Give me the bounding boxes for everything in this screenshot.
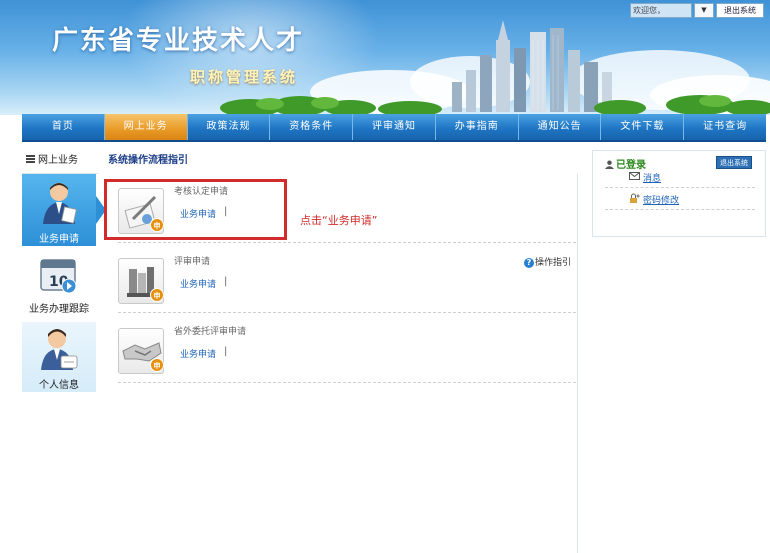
list-icon bbox=[26, 155, 35, 163]
sidebar-item-tracking[interactable]: 10 业务办理跟踪 bbox=[22, 252, 96, 316]
site-subtitle: 职称管理系统 bbox=[190, 68, 299, 86]
account-panel: 已登录 退出系统 消息 密码修改 bbox=[592, 150, 766, 237]
divider bbox=[605, 187, 755, 188]
business-item-review: 申 评审申请 业务申请 | bbox=[118, 250, 576, 314]
business-apply-link[interactable]: 业务申请 bbox=[180, 277, 216, 290]
nav-item-policies[interactable]: 政策法规 bbox=[188, 114, 271, 140]
apply-badge: 申 bbox=[150, 288, 164, 302]
business-apply-link[interactable]: 业务申请 bbox=[180, 347, 216, 360]
envelope-icon bbox=[629, 172, 640, 180]
login-status: 已登录 bbox=[605, 156, 646, 171]
business-name: 评审申请 bbox=[174, 257, 211, 267]
user-profile-icon bbox=[41, 329, 78, 370]
logout-button[interactable]: 退出系统 bbox=[716, 3, 764, 18]
apply-badge: 申 bbox=[150, 358, 164, 372]
nav-item-announcements[interactable]: 通知公告 bbox=[519, 114, 602, 140]
nav-item-online-business[interactable]: 网上业务 bbox=[104, 114, 188, 140]
sidebar-item-label: 业务申请 bbox=[39, 234, 79, 245]
sidebar-item-label: 个人信息 bbox=[39, 380, 79, 391]
nav-item-review-notices[interactable]: 评审通知 bbox=[353, 114, 436, 140]
business-item-entrusted-review: 申 省外委托评审申请 业务申请 | bbox=[118, 320, 576, 384]
site-header: 广东省专业技术人才 职称管理系统 欢迎您， ▼ 退出系统 bbox=[0, 0, 770, 115]
sidebar-item-personal-info[interactable]: 个人信息 bbox=[22, 322, 96, 392]
password-change-link[interactable]: 密码修改 bbox=[630, 193, 680, 206]
message-link[interactable]: 消息 bbox=[629, 171, 662, 184]
site-title: 广东省专业技术人才 bbox=[52, 26, 305, 56]
message-link-label: 消息 bbox=[643, 174, 662, 184]
sidebar-item-business-apply[interactable]: 业务申请 bbox=[22, 174, 96, 246]
question-icon: ? bbox=[524, 258, 534, 268]
business-name: 省外委托评审申请 bbox=[174, 327, 247, 337]
logout-button[interactable]: 退出系统 bbox=[716, 156, 752, 169]
nav-item-downloads[interactable]: 文件下载 bbox=[601, 114, 685, 140]
breadcrumb: 系统操作流程指引 bbox=[108, 155, 188, 166]
sidebar-heading-label: 网上业务 bbox=[38, 155, 78, 166]
divider bbox=[118, 382, 576, 383]
operation-guide-link[interactable]: ? 操作指引 bbox=[524, 255, 571, 268]
nav-item-certificate-query[interactable]: 证书查询 bbox=[684, 114, 766, 140]
sidebar-item-label: 业务办理跟踪 bbox=[29, 304, 89, 315]
nav-item-qualifications[interactable]: 资格条件 bbox=[270, 114, 354, 140]
main-nav: 首页 网上业务 政策法规 资格条件 评审通知 办事指南 通知公告 文件下载 证书… bbox=[22, 114, 766, 142]
divider bbox=[605, 209, 755, 210]
calendar-tracking-icon: 10 bbox=[40, 259, 77, 294]
divider bbox=[118, 242, 576, 243]
password-link-label: 密码修改 bbox=[643, 196, 680, 206]
annotation-text: 点击“业务申请” bbox=[300, 214, 378, 227]
divider bbox=[118, 312, 576, 313]
separator: | bbox=[224, 276, 228, 287]
user-icon bbox=[605, 160, 614, 169]
nav-item-home[interactable]: 首页 bbox=[22, 114, 105, 140]
operation-guide-label: 操作指引 bbox=[535, 258, 572, 268]
welcome-user-select[interactable]: 欢迎您， bbox=[630, 3, 692, 18]
key-lock-icon bbox=[630, 193, 640, 203]
highlight-box bbox=[104, 179, 287, 240]
nav-item-guide[interactable]: 办事指南 bbox=[436, 114, 519, 140]
separator: | bbox=[224, 346, 228, 357]
chevron-down-icon[interactable]: ▼ bbox=[694, 3, 714, 18]
sidebar-heading: 网上业务 bbox=[22, 150, 98, 174]
login-status-label: 已登录 bbox=[616, 160, 646, 171]
applicant-person-icon bbox=[43, 183, 77, 224]
